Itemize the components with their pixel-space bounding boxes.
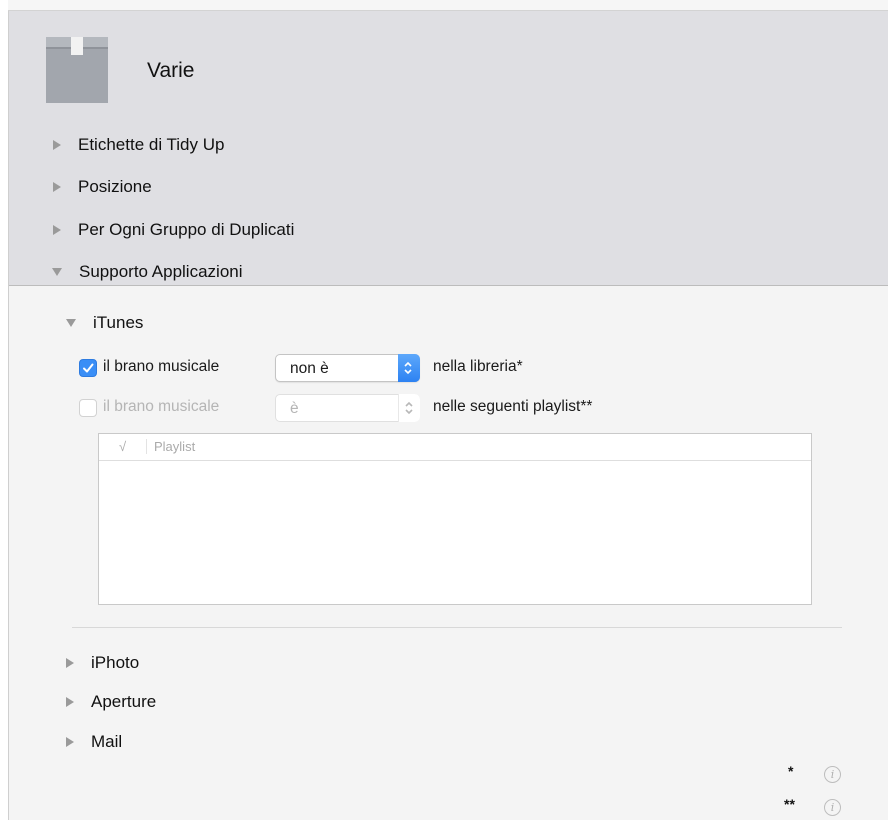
rule1-suffix: nella libreria*: [433, 358, 523, 375]
disclosure-aperture[interactable]: Aperture: [66, 692, 156, 712]
disclosure-itunes[interactable]: iTunes: [66, 313, 143, 333]
disclosure-label: Aperture: [91, 692, 157, 711]
rule2-suffix: nelle seguenti playlist**: [433, 398, 593, 415]
disclosure-right-icon: [53, 225, 61, 235]
checkmark-icon: [83, 363, 94, 373]
disclosure-right-icon: [66, 697, 74, 707]
disclosure-supporto-applicazioni[interactable]: Supporto Applicazioni: [52, 262, 243, 282]
section-divider: [72, 627, 842, 628]
disclosure-mail[interactable]: Mail: [66, 732, 122, 752]
disclosure-iphoto[interactable]: iPhoto: [66, 653, 139, 673]
window-left-edge: [0, 0, 9, 820]
disclosure-right-icon: [53, 140, 61, 150]
column-header-playlist[interactable]: Playlist: [154, 439, 195, 454]
rule1-label: il brano musicale: [103, 358, 220, 375]
rule2-operator-popup[interactable]: è: [275, 394, 420, 422]
column-header-check[interactable]: √: [119, 439, 126, 454]
disclosure-label: iPhoto: [91, 653, 140, 672]
disclosure-etichette[interactable]: Etichette di Tidy Up: [53, 135, 224, 155]
disclosure-label: iTunes: [93, 313, 144, 332]
table-header: √ Playlist: [99, 434, 811, 461]
supporto-applicazioni-panel: iTunes il brano musicale non è nella lib…: [9, 286, 888, 820]
column-separator: [146, 439, 147, 454]
disclosure-down-icon: [52, 268, 62, 276]
playlist-table[interactable]: √ Playlist: [98, 433, 812, 605]
info-icon[interactable]: i: [824, 799, 841, 816]
varie-section-header: Varie Etichette di Tidy Up Posizione Per…: [9, 11, 888, 286]
window-top-bar: [8, 0, 888, 11]
disclosure-down-icon: [66, 319, 76, 327]
disclosure-label: Posizione: [78, 177, 152, 196]
rule1-operator-popup[interactable]: non è: [275, 354, 420, 382]
song-in-library-checkbox[interactable]: [79, 359, 97, 377]
footnote-mark-1: *: [788, 763, 794, 779]
disclosure-label: Etichette di Tidy Up: [78, 135, 225, 154]
disclosure-right-icon: [66, 658, 74, 668]
popup-stepper-icon: [398, 354, 420, 382]
info-icon[interactable]: i: [824, 766, 841, 783]
disclosure-duplicati[interactable]: Per Ogni Gruppo di Duplicati: [53, 220, 294, 240]
disclosure-label: Supporto Applicazioni: [79, 262, 243, 281]
disclosure-label: Per Ogni Gruppo di Duplicati: [78, 220, 295, 239]
disclosure-right-icon: [66, 737, 74, 747]
song-in-playlists-checkbox[interactable]: [79, 399, 97, 417]
rule1-operator-value: non è: [290, 360, 329, 377]
box-icon: [46, 37, 108, 103]
popup-stepper-icon: [398, 394, 420, 422]
disclosure-right-icon: [53, 182, 61, 192]
disclosure-label: Mail: [91, 732, 123, 751]
rule2-operator-value: è: [290, 400, 299, 417]
rule2-label: il brano musicale: [103, 398, 220, 415]
section-title: Varie: [147, 59, 195, 82]
disclosure-posizione[interactable]: Posizione: [53, 177, 152, 197]
footnote-mark-2: **: [784, 796, 795, 812]
